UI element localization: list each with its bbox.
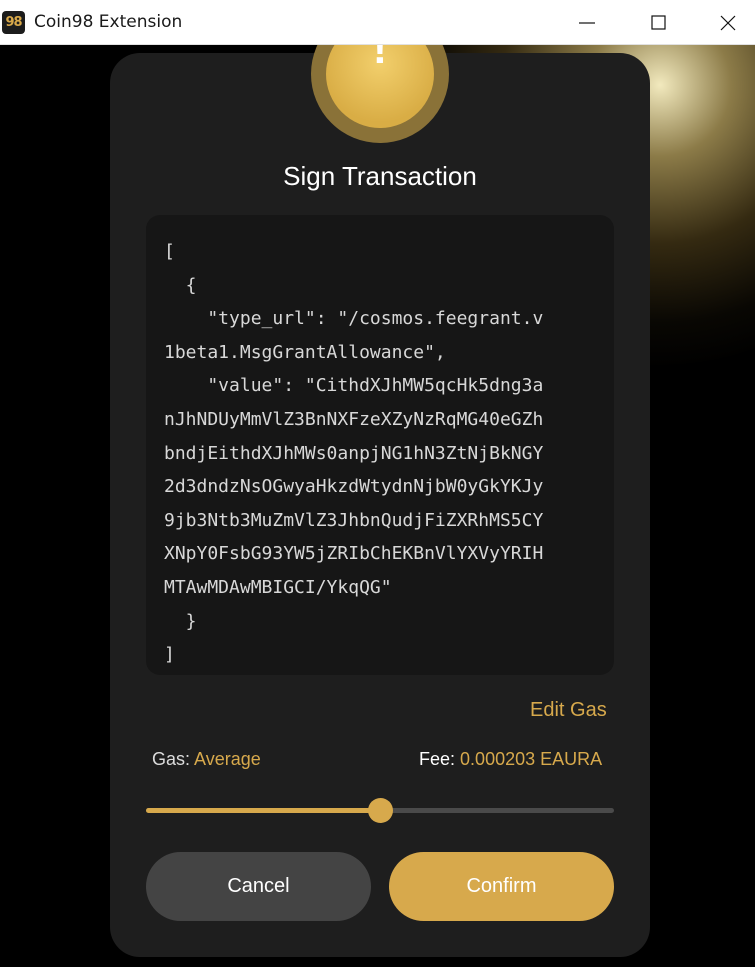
transaction-payload-box[interactable]: [ { "type_url": "/cosmos.feegrant.v 1bet… <box>146 215 614 675</box>
maximize-icon <box>651 15 666 30</box>
gas-label: Gas: <box>152 749 191 769</box>
close-button[interactable] <box>694 0 755 45</box>
gas-setting: Gas: Average <box>152 749 261 770</box>
warning-badge: ! <box>311 45 449 143</box>
gas-slider-fill <box>146 808 380 813</box>
fee-value: 0.000203 EAURA <box>460 749 603 769</box>
coin98-logo-icon: 98 <box>2 11 25 34</box>
exclamation-icon: ! <box>372 45 388 73</box>
gas-value: Average <box>194 749 261 769</box>
edit-gas-link[interactable]: Edit Gas <box>530 699 607 722</box>
maximize-button[interactable] <box>625 0 693 45</box>
gas-slider[interactable] <box>146 798 614 823</box>
window-titlebar: 98 Coin98 Extension <box>0 0 755 45</box>
confirm-button[interactable]: Confirm <box>389 852 614 921</box>
fee-label: Fee: <box>419 749 456 769</box>
close-icon <box>720 15 736 31</box>
minimize-icon <box>579 22 595 24</box>
extension-content: ! Sign Transaction [ { "type_url": "/cos… <box>0 45 755 967</box>
dialog-title: Sign Transaction <box>283 161 477 191</box>
fee-info: Fee: 0.000203 EAURA <box>419 749 602 770</box>
window-title: Coin98 Extension <box>34 12 183 32</box>
cancel-button[interactable]: Cancel <box>146 852 371 921</box>
gas-slider-handle[interactable] <box>368 798 393 823</box>
minimize-button[interactable] <box>553 0 621 45</box>
transaction-payload-text: [ { "type_url": "/cosmos.feegrant.v 1bet… <box>164 241 544 666</box>
